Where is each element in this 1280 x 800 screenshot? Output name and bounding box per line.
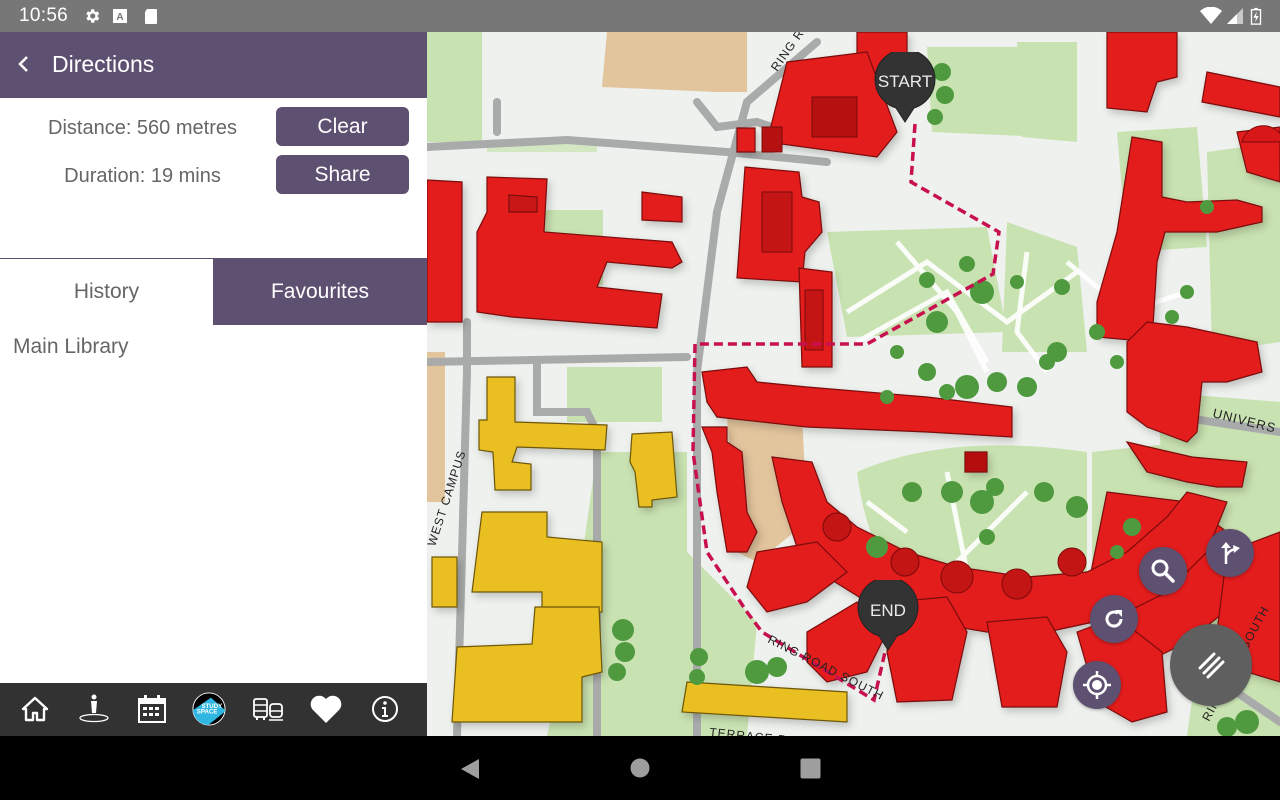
status-bar: 10:56 A <box>0 0 1280 32</box>
route-info: Distance: 560 metres Duration: 19 mins C… <box>0 98 427 258</box>
layers-menu-icon <box>1198 652 1225 679</box>
calendar-icon <box>138 695 166 723</box>
nav-wayfinding[interactable] <box>77 692 111 726</box>
svg-text:SPACE: SPACE <box>197 709 218 716</box>
info-icon <box>372 696 398 722</box>
nav-favourites[interactable] <box>309 692 343 726</box>
back-button[interactable] <box>12 52 36 76</box>
end-label: END <box>870 601 906 620</box>
app-bar: Directions <box>0 32 427 98</box>
settings-icon <box>86 9 100 23</box>
map-locate-button[interactable] <box>1073 661 1121 709</box>
start-label: START <box>877 72 933 91</box>
start-marker[interactable]: START <box>874 52 936 124</box>
refresh-icon <box>1105 610 1123 628</box>
wifi-icon <box>1200 7 1222 24</box>
study-space-icon: STUDYSPACE <box>192 692 226 726</box>
svg-text:A: A <box>116 12 123 23</box>
end-marker[interactable]: END <box>857 580 919 652</box>
home-circle-icon[interactable] <box>630 758 650 778</box>
tab-bar: History Favourites <box>0 258 427 325</box>
duration-text: Duration: 19 mins <box>64 165 221 187</box>
nav-transport[interactable] <box>251 692 285 726</box>
recents-square-icon[interactable] <box>800 758 821 779</box>
bottom-nav: STUDY SPACE <box>0 683 427 736</box>
bus-train-icon <box>253 698 283 721</box>
map-directions-button[interactable] <box>1206 529 1254 577</box>
share-button[interactable]: Share <box>276 155 409 194</box>
campus-map[interactable]: RING ROAD RING ROAD SOUTH RING ROAD SOUT… <box>427 32 1280 736</box>
tab-favourites[interactable]: Favourites <box>213 259 427 325</box>
heart-icon <box>310 695 342 723</box>
back-triangle-icon[interactable] <box>460 758 480 780</box>
page-title: Directions <box>52 51 155 77</box>
status-time: 10:56 <box>19 5 69 26</box>
home-icon <box>21 696 49 722</box>
person-location-icon <box>79 694 109 723</box>
nav-home[interactable] <box>18 692 52 726</box>
map-refresh-button[interactable] <box>1090 595 1138 643</box>
directions-panel: Directions Distance: 560 metres Duration… <box>0 32 427 736</box>
battery-charging-icon <box>1250 7 1262 25</box>
list-item[interactable]: Main Library <box>13 335 129 359</box>
my-location-icon <box>1083 671 1111 699</box>
map-layers-button[interactable] <box>1170 624 1252 706</box>
map-canvas[interactable]: RING ROAD RING ROAD SOUTH RING ROAD SOUT… <box>427 32 1280 736</box>
tab-history[interactable]: History <box>0 259 213 325</box>
a-notification-icon: A <box>113 9 127 23</box>
directions-icon <box>1221 542 1240 564</box>
map-search-button[interactable] <box>1139 547 1187 595</box>
nav-study-space[interactable]: STUDY SPACE <box>192 692 226 726</box>
signal-icon <box>1227 8 1243 24</box>
sd-card-icon <box>145 9 157 24</box>
nav-info[interactable] <box>368 692 402 726</box>
clear-button[interactable]: Clear <box>276 107 409 146</box>
distance-text: Distance: 560 metres <box>48 117 237 139</box>
search-icon <box>1151 559 1175 583</box>
nav-events[interactable] <box>135 692 169 726</box>
system-nav-bar <box>0 736 1280 800</box>
